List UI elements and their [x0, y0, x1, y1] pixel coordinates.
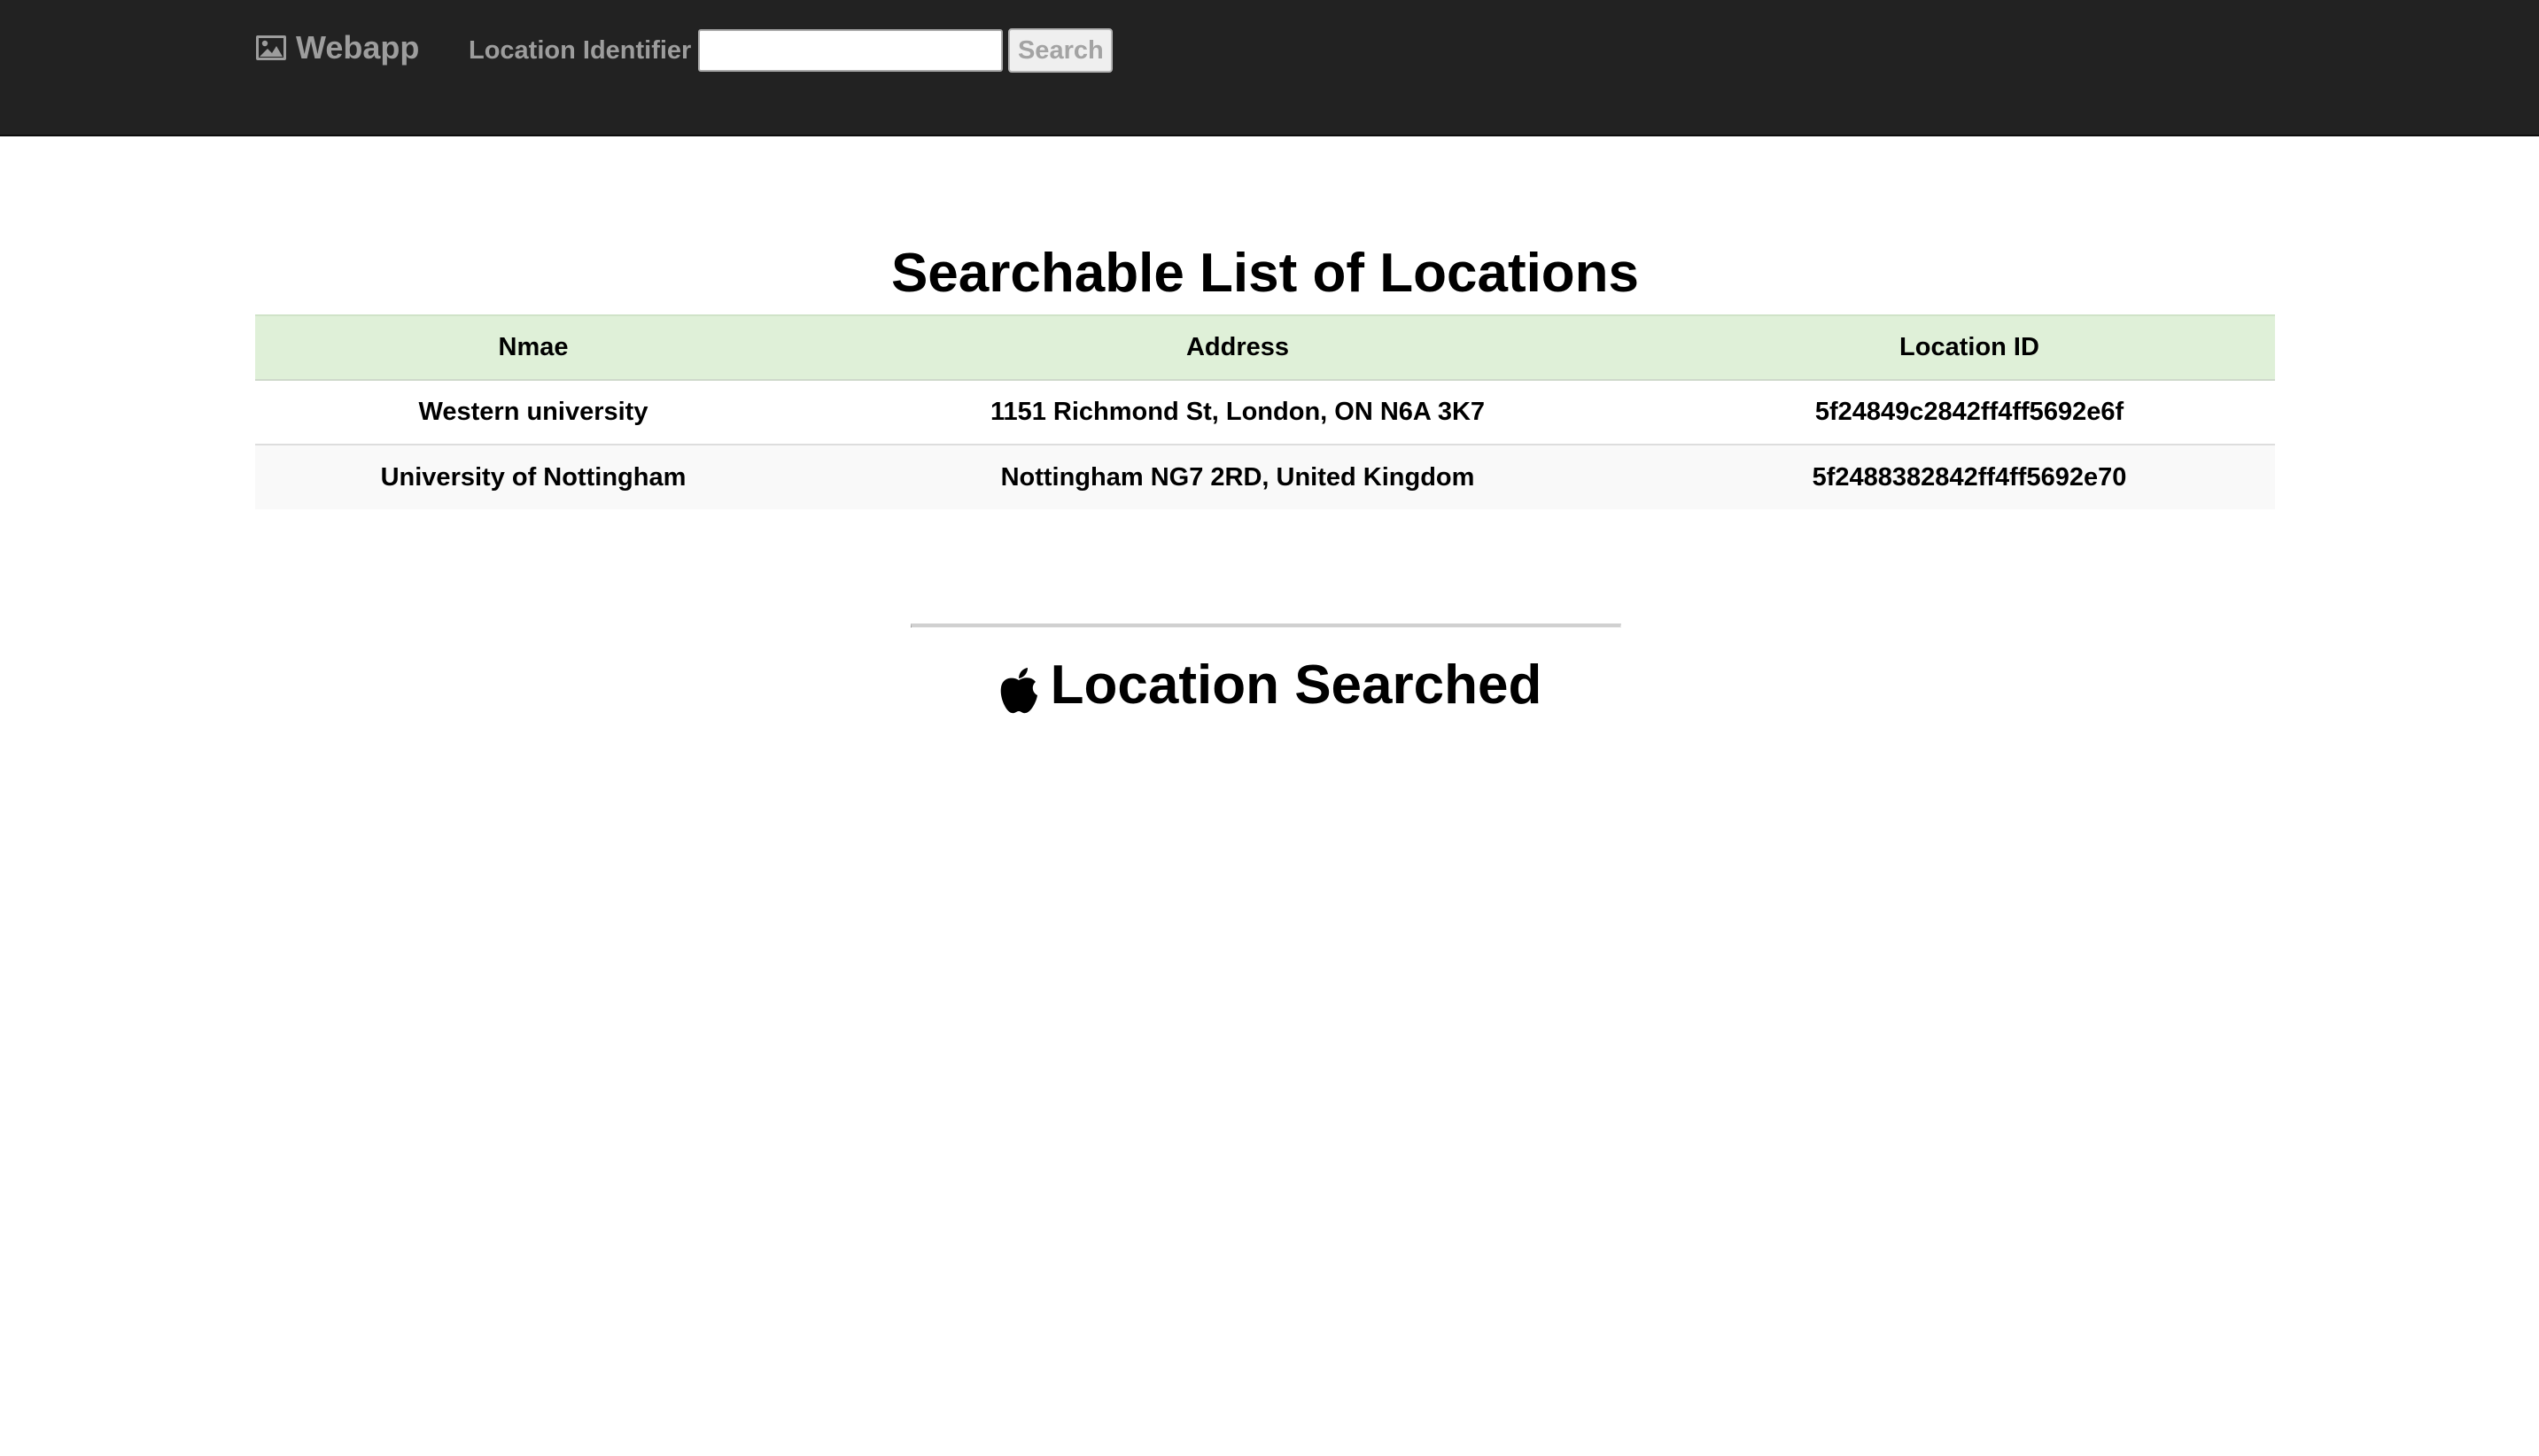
- column-header-address: Address: [1185, 333, 1290, 361]
- cell-name: Western university: [418, 398, 648, 426]
- navbar: Webapp Location Identifier Search: [0, 0, 2539, 136]
- page-title: Searchable List of Locations: [890, 243, 1640, 304]
- search-button[interactable]: Search: [1008, 28, 1114, 73]
- search-label: Location Identifier: [469, 35, 692, 65]
- brand-link[interactable]: Webapp: [255, 25, 419, 71]
- location-identifier-input[interactable]: [698, 29, 1004, 72]
- cell-address: Nottingham NG7 2RD, United Kingdom: [1000, 462, 1475, 492]
- column-header-name: Nmae: [498, 333, 569, 361]
- table-header-row: Nmae Address Location ID: [255, 315, 2275, 380]
- apple-icon: [998, 661, 1040, 714]
- cell-location-id: 5f2488382842ff4ff5692e70: [1812, 462, 2127, 492]
- main-content: Searchable List of Locations Nmae Addres…: [255, 136, 2275, 509]
- table-row: Western university 1151 Richmond St, Lon…: [255, 380, 2275, 445]
- section-divider: [911, 623, 1621, 628]
- location-searched-heading: Location Searched: [0, 648, 2539, 723]
- brand-label: Webapp: [296, 29, 420, 66]
- cell-name: University of Nottingham: [380, 462, 687, 492]
- cell-address: 1151 Richmond St, London, ON N6A 3K7: [990, 398, 1486, 426]
- location-searched-title: Location Searched: [1050, 654, 1542, 716]
- column-header-location-id: Location ID: [1899, 333, 2039, 361]
- locations-table: Nmae Address Location ID Western univers…: [255, 314, 2275, 509]
- search-form: Location Identifier Search: [469, 27, 1114, 74]
- picture-icon: [255, 32, 287, 64]
- table-row: University of Nottingham Nottingham NG7 …: [255, 445, 2275, 509]
- cell-location-id: 5f24849c2842ff4ff5692e6f: [1814, 398, 2124, 426]
